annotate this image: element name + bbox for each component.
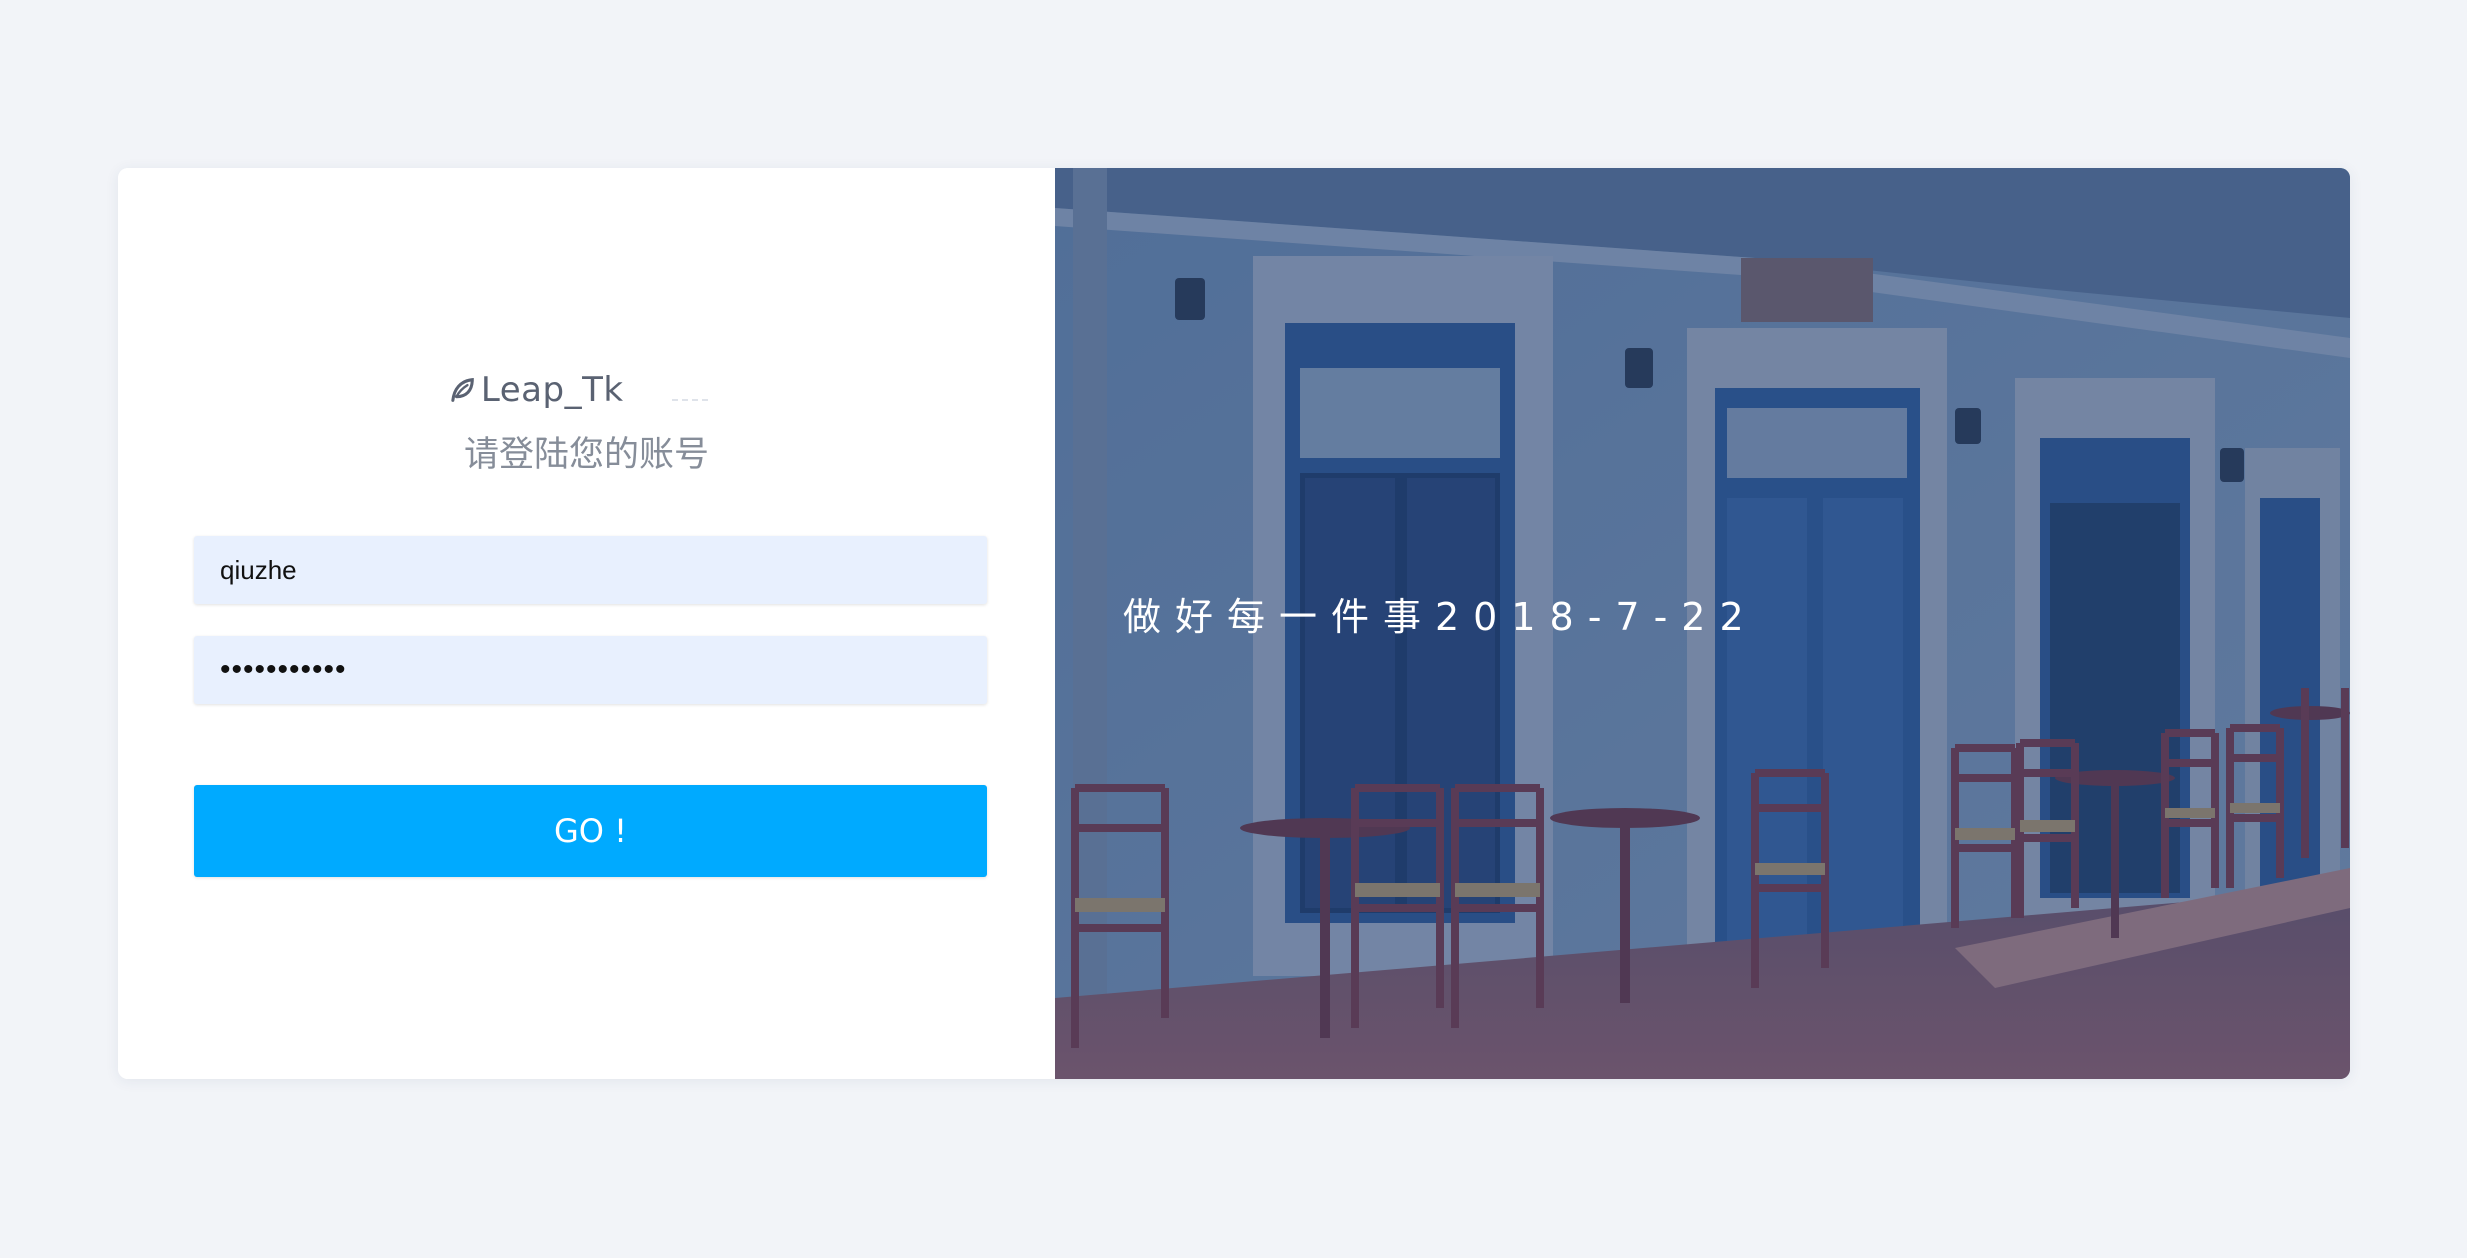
hero-slogan: 做好每一件事2018-7-22	[1123, 595, 1758, 639]
login-card: Leap_Tk 请登陆您的账号 GO !	[118, 168, 2350, 1079]
password-input[interactable]	[194, 636, 987, 704]
go-button[interactable]: GO !	[194, 785, 987, 877]
brand: Leap_Tk	[448, 366, 708, 414]
hero-panel: 做好每一件事2018-7-22	[1055, 168, 2350, 1079]
brand-divider	[671, 399, 708, 401]
username-input[interactable]	[194, 536, 987, 604]
login-subtitle: 请登陆您的账号	[463, 435, 709, 475]
leaf-icon	[451, 378, 474, 402]
brand-name: Leap_Tk	[480, 370, 624, 410]
login-panel: Leap_Tk 请登陆您的账号 GO !	[118, 168, 1055, 1079]
